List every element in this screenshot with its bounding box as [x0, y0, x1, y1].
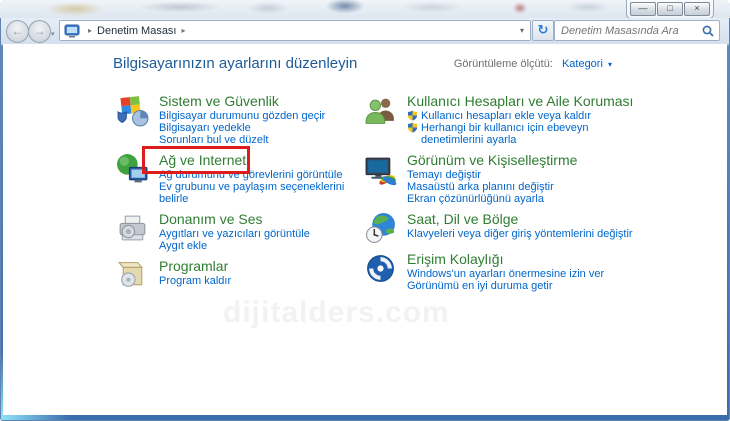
chevron-down-icon[interactable]: ▾ — [608, 60, 612, 69]
category-title-network-internet[interactable]: Ağ ve Internet — [159, 153, 366, 168]
task-link[interactable]: Sorunları bul ve düzelt — [159, 134, 366, 146]
window-controls: — □ × — [626, 0, 714, 19]
task-link[interactable]: Kullanıcı hesapları ekle veya kaldır — [407, 110, 646, 122]
ease-of-access-icon[interactable] — [364, 252, 397, 285]
appearance-personalization-icon[interactable] — [364, 153, 397, 186]
system-security-icon[interactable] — [116, 94, 149, 127]
view-by-value-link[interactable]: Kategori — [562, 58, 603, 70]
section-system-security: Sistem ve Güvenlik Bilgisayar durumunu g… — [116, 94, 366, 146]
task-link[interactable]: Klavyeleri veya diğer giriş yöntemlerini… — [407, 228, 646, 240]
section-hardware-sound: Donanım ve Ses Aygıtları ve yazıcıları g… — [116, 212, 366, 252]
category-column-left: Sistem ve Güvenlik Bilgisayar durumunu g… — [116, 94, 366, 299]
task-link[interactable]: Aygıt ekle — [159, 240, 366, 252]
user-accounts-family-icon[interactable] — [364, 94, 397, 127]
control-panel-icon — [64, 24, 80, 38]
page-title: Bilgisayarınızın ayarlarını düzenleyin — [113, 55, 357, 72]
category-title-user-accounts[interactable]: Kullanıcı Hesapları ve Aile Koruması — [407, 94, 646, 109]
forward-button[interactable]: → — [28, 20, 51, 43]
breadcrumb-arrow-icon[interactable]: ▸ — [177, 26, 191, 35]
refresh-button[interactable]: ↻ — [532, 20, 554, 41]
close-button[interactable]: × — [684, 2, 710, 16]
view-by-label: Görüntüleme ölçütü: — [454, 58, 553, 70]
network-internet-icon[interactable] — [116, 153, 149, 186]
programs-icon[interactable] — [116, 259, 149, 292]
back-button[interactable]: ← — [6, 20, 29, 43]
task-link[interactable]: Ev grubunu ve paylaşım seçeneklerini bel… — [159, 181, 366, 205]
category-title-system-security[interactable]: Sistem ve Güvenlik — [159, 94, 366, 109]
section-ease-of-access: Erişim Kolaylığı Windows'un ayarları öne… — [364, 252, 646, 292]
task-link[interactable]: Temayı değiştir — [407, 169, 646, 181]
watermark-text: dijitalders.com — [223, 296, 450, 330]
hardware-sound-icon[interactable] — [116, 212, 149, 245]
navigation-bar: ← → ▾ ▸ Denetim Masası ▸ ▾ ↻ — [1, 18, 729, 45]
section-network-internet: Ağ ve Internet Ağ durumunu ve görevlerin… — [116, 153, 366, 205]
search-icon[interactable] — [701, 24, 719, 38]
task-link-label: Herhangi bir kullanıcı için ebeveyn dene… — [421, 122, 589, 146]
category-column-right: Kullanıcı Hesapları ve Aile Koruması — [364, 94, 646, 299]
search-box[interactable] — [554, 20, 720, 41]
address-bar[interactable]: ▸ Denetim Masası ▸ ▾ — [59, 20, 531, 41]
task-link[interactable]: Masaüstü arka planını değiştir — [407, 181, 646, 193]
task-link[interactable]: Ağ durumunu ve görevlerini görüntüle — [159, 169, 366, 181]
uac-shield-icon — [407, 122, 418, 133]
minimize-button[interactable]: — — [630, 2, 656, 16]
section-clock-region: Saat, Dil ve Bölge Klavyeleri veya diğer… — [364, 212, 646, 245]
search-input[interactable] — [555, 25, 701, 37]
category-title-hardware-sound[interactable]: Donanım ve Ses — [159, 212, 366, 227]
uac-shield-icon — [407, 110, 418, 121]
task-link[interactable]: Ekran çözünürlüğünü ayarla — [407, 193, 646, 205]
task-link[interactable]: Aygıtları ve yazıcıları görüntüle — [159, 228, 366, 240]
maximize-button[interactable]: □ — [657, 2, 683, 16]
task-link[interactable]: Bilgisayarı yedekle — [159, 122, 366, 134]
breadcrumb-location[interactable]: Denetim Masası — [97, 25, 176, 37]
title-bar: — □ × — [0, 0, 730, 18]
address-dropdown-icon[interactable]: ▾ — [520, 26, 530, 35]
task-link[interactable]: Bilgisayar durumunu gözden geçir — [159, 110, 366, 122]
task-link[interactable]: Görünümü en iyi duruma getir — [407, 280, 646, 292]
clock-language-region-icon[interactable] — [364, 212, 397, 245]
section-appearance: Görünüm ve Kişiselleştirme Temayı değişt… — [364, 153, 646, 205]
category-title-ease-of-access[interactable]: Erişim Kolaylığı — [407, 252, 646, 267]
task-link[interactable]: Program kaldır — [159, 275, 366, 287]
task-link[interactable]: Herhangi bir kullanıcı için ebeveyn dene… — [407, 122, 646, 146]
window-frame: — □ × ← → ▾ ▸ Denetim Masası ▸ ▾ ↻ — [0, 0, 730, 421]
recent-pages-chevron-icon[interactable]: ▾ — [51, 30, 55, 38]
task-link-label: Kullanıcı hesapları ekle veya kaldır — [421, 110, 591, 122]
category-title-appearance[interactable]: Görünüm ve Kişiselleştirme — [407, 153, 646, 168]
section-programs: Programlar Program kaldır — [116, 259, 366, 292]
breadcrumb-arrow-icon[interactable]: ▸ — [83, 26, 97, 35]
task-link[interactable]: Windows'un ayarları önermesine izin ver — [407, 268, 646, 280]
control-panel-home: Bilgisayarınızın ayarlarını düzenleyin G… — [3, 44, 727, 415]
section-user-accounts: Kullanıcı Hesapları ve Aile Koruması — [364, 94, 646, 146]
category-title-clock-region[interactable]: Saat, Dil ve Bölge — [407, 212, 646, 227]
view-by-control: Görüntüleme ölçütü: Kategori ▾ — [454, 58, 612, 70]
category-title-programs[interactable]: Programlar — [159, 259, 366, 274]
